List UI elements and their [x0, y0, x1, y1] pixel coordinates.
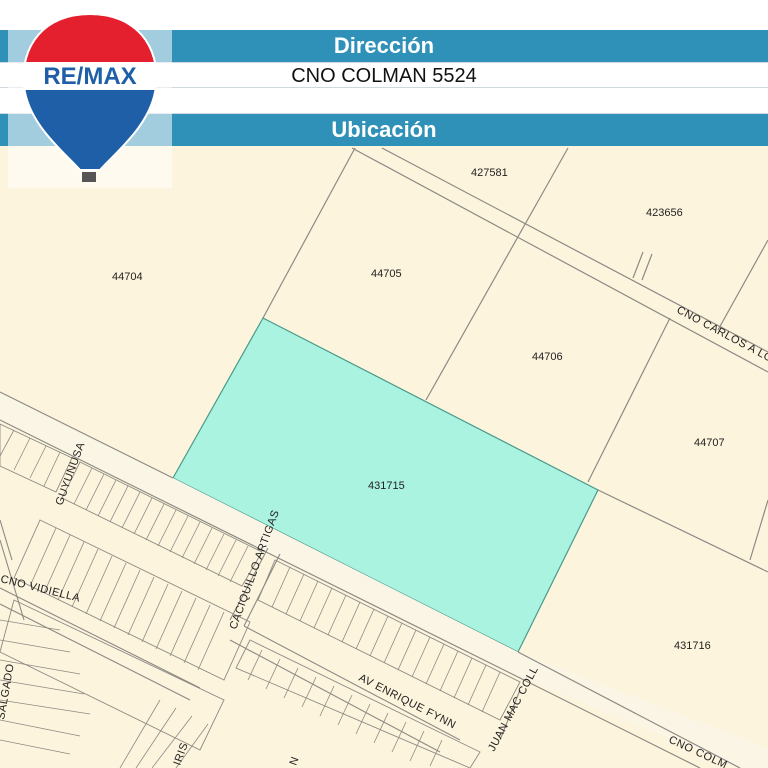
direccion-label: Dirección — [333, 33, 435, 58]
street-label-carlos: CNO CARLOS A LO — [675, 304, 768, 365]
parcel-line — [262, 147, 356, 319]
parcel-label: 44704 — [112, 271, 143, 283]
parcel-line — [597, 489, 768, 573]
logo-text: RE/MAX — [43, 63, 136, 90]
parcel-line — [587, 317, 671, 483]
parcel-line — [632, 251, 644, 279]
ubicacion-label: Ubicación — [331, 117, 437, 142]
carlos-street — [351, 147, 768, 373]
street-label-iris: IRIS — [172, 741, 191, 767]
parcel-label: 427581 — [471, 167, 508, 179]
cadastral-map[interactable]: 427581 423656 44704 44705 44706 44707 43… — [0, 146, 768, 768]
parcel-label: 44705 — [371, 268, 402, 280]
parcel-label: 44706 — [532, 351, 563, 363]
parcel-line — [749, 499, 768, 561]
parcel-line — [717, 239, 768, 331]
map-svg: 427581 423656 44704 44705 44706 44707 43… — [0, 147, 768, 768]
basket-icon — [82, 172, 96, 182]
street-label-salgado: SALGADO — [0, 663, 17, 721]
parcel-line — [641, 253, 653, 281]
street-edge — [351, 147, 768, 373]
balloon-icon: RE/MAX — [22, 12, 158, 182]
parcel-label: 44707 — [694, 437, 725, 449]
parcel-label: 431715 — [368, 480, 405, 492]
parcel-label: 423656 — [646, 207, 683, 219]
remax-logo: RE/MAX — [8, 6, 172, 188]
address-value: CNO COLMAN 5524 — [291, 65, 477, 87]
parcel-label: 431716 — [674, 640, 711, 652]
street-label-n: N — [288, 755, 302, 767]
